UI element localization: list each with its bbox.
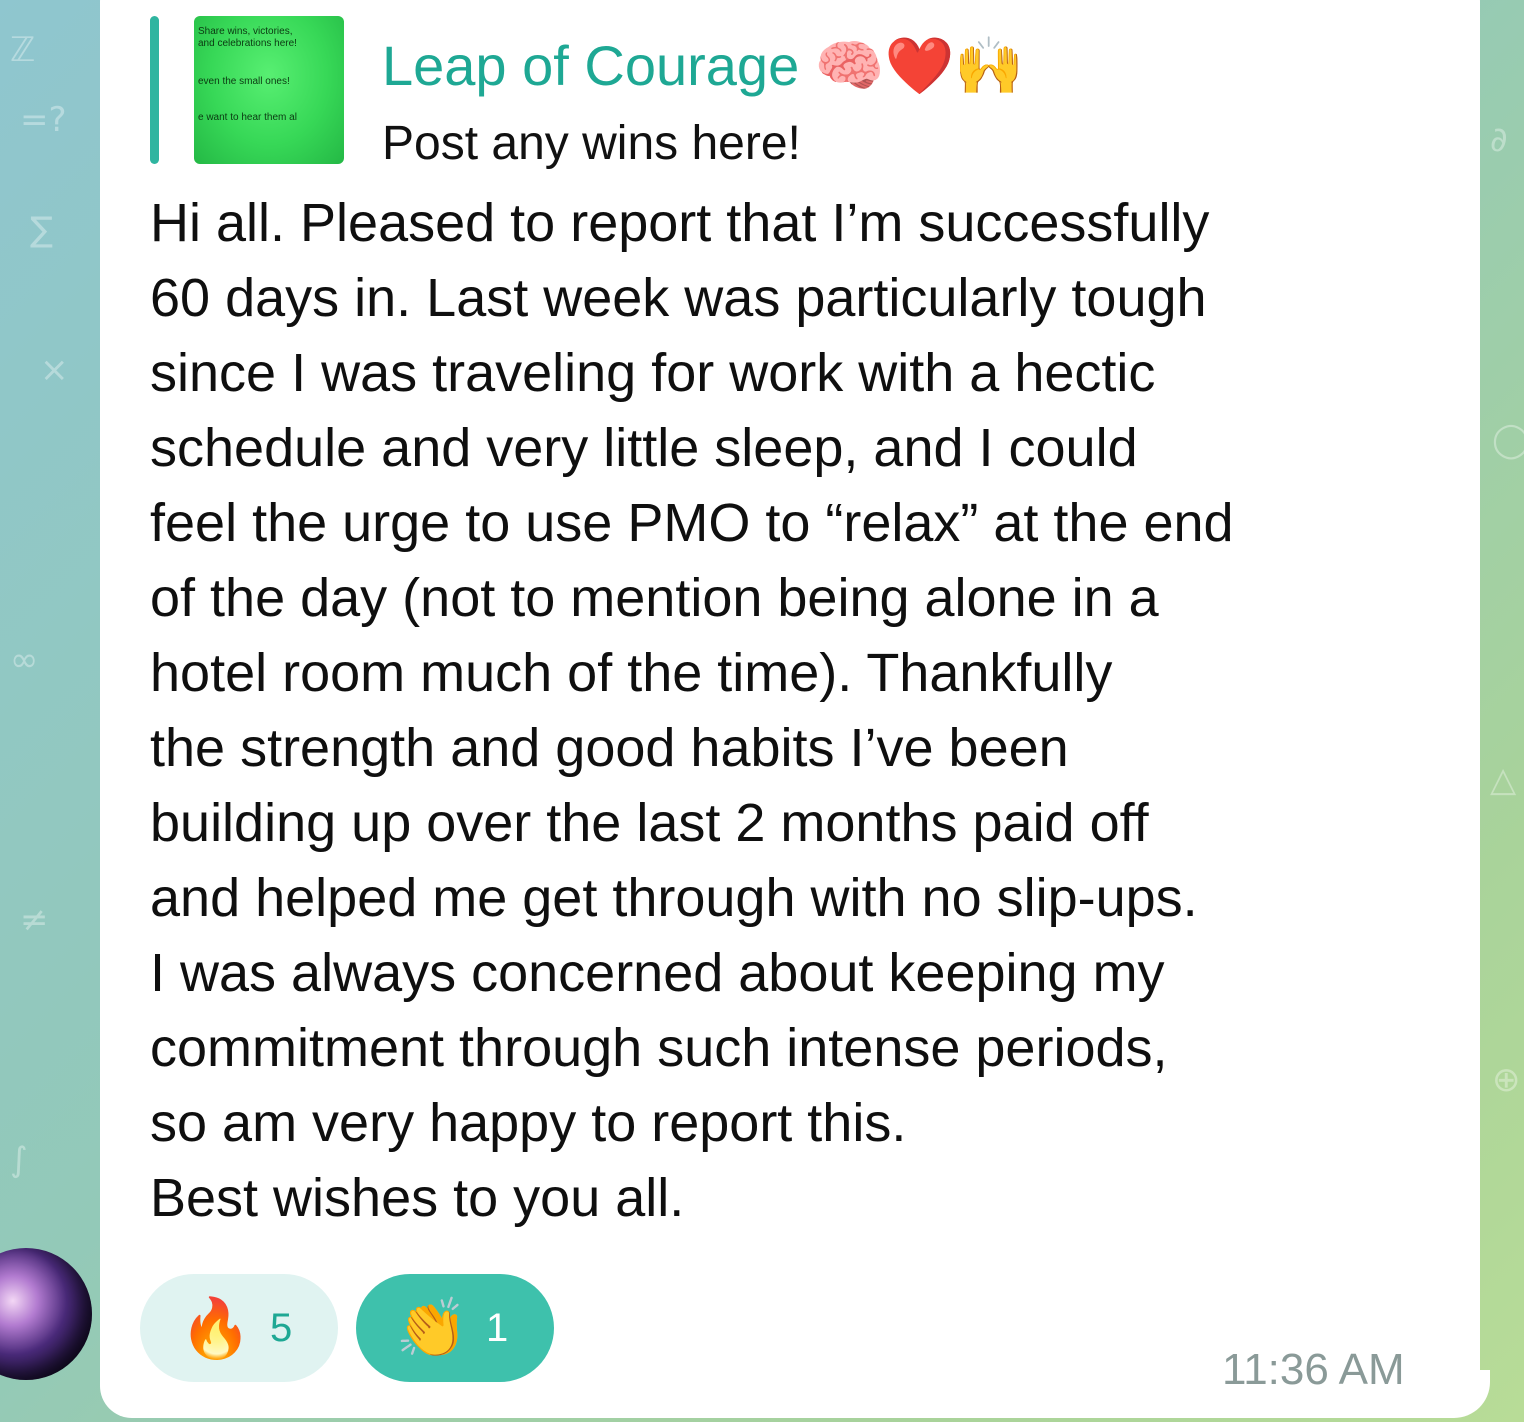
message-line: Hi all. Pleased to report that I’m succe… xyxy=(150,193,1210,253)
doodle-decoration: ≠ xyxy=(20,900,49,940)
message-line: feel the urge to use PMO to “relax” at t… xyxy=(150,493,1234,553)
reply-preview[interactable]: Share wins, victories, and celebrations … xyxy=(150,16,1150,170)
reaction-count: 5 xyxy=(270,1305,293,1350)
reply-title-text: Leap of Courage xyxy=(382,34,800,97)
reply-accent-bar xyxy=(150,16,159,164)
reply-subtitle: Post any wins here! xyxy=(382,117,801,170)
message-line: since I was traveling for work with a he… xyxy=(150,343,1156,403)
message-line: 60 days in. Last week was particularly t… xyxy=(150,268,1207,328)
message-line: so am very happy to report this. xyxy=(150,1093,907,1153)
reaction-clap-button[interactable]: 👏 1 xyxy=(356,1274,554,1382)
reply-thumbnail: Share wins, victories, and celebrations … xyxy=(194,16,344,164)
thumbnail-text: and celebrations here! xyxy=(198,38,297,49)
clapping-hands-icon: 👏 xyxy=(395,1293,469,1362)
message-bubble-tail xyxy=(1440,1370,1490,1418)
sender-avatar[interactable] xyxy=(0,1248,92,1380)
thumbnail-text: even the small ones! xyxy=(198,76,290,87)
message-text: Hi all. Pleased to report that I’m succe… xyxy=(150,186,1470,1236)
fire-icon: 🔥 xyxy=(179,1293,253,1362)
chat-background: ℤ =? ∑ × ∞ ≠ ∫ ∂ ◯ △ ⊕ Share wins, victo… xyxy=(0,0,1524,1422)
message-line: commitment through such intense periods, xyxy=(150,1018,1168,1078)
doodle-decoration: ∞ xyxy=(10,640,39,680)
doodle-decoration: ◯ xyxy=(1492,420,1524,460)
doodle-decoration: ℤ xyxy=(10,30,36,70)
doodle-decoration: ∫ xyxy=(10,1140,28,1180)
message-line: I was always concerned about keeping my xyxy=(150,943,1165,1003)
message-line: Best wishes to you all. xyxy=(150,1168,685,1228)
message-line: the strength and good habits I’ve been xyxy=(150,718,1069,778)
message-timestamp: 11:36 AM xyxy=(1222,1345,1405,1394)
message-line: hotel room much of the time). Thankfully xyxy=(150,643,1113,703)
reaction-fire-button[interactable]: 🔥 5 xyxy=(140,1274,338,1382)
message-line: and helped me get through with no slip-u… xyxy=(150,868,1198,928)
message-line: schedule and very little sleep, and I co… xyxy=(150,418,1138,478)
doodle-decoration: △ xyxy=(1490,760,1517,800)
message-line: of the day (not to mention being alone i… xyxy=(150,568,1159,628)
doodle-decoration: =? xyxy=(20,100,67,140)
message-line: building up over the last 2 months paid … xyxy=(150,793,1149,853)
doodle-decoration: ∑ xyxy=(30,210,53,250)
thumbnail-text: e want to hear them al xyxy=(198,112,297,123)
reaction-count: 1 xyxy=(486,1305,509,1350)
reply-title: Leap of Courage 🧠❤️🙌 xyxy=(382,34,1024,99)
doodle-decoration: ⊕ xyxy=(1492,1060,1521,1100)
brain-heart-raised-hands-icon: 🧠❤️🙌 xyxy=(814,34,1024,99)
doodle-decoration: × xyxy=(40,350,69,390)
doodle-decoration: ∂ xyxy=(1490,120,1508,160)
thumbnail-text: Share wins, victories, xyxy=(198,26,293,37)
